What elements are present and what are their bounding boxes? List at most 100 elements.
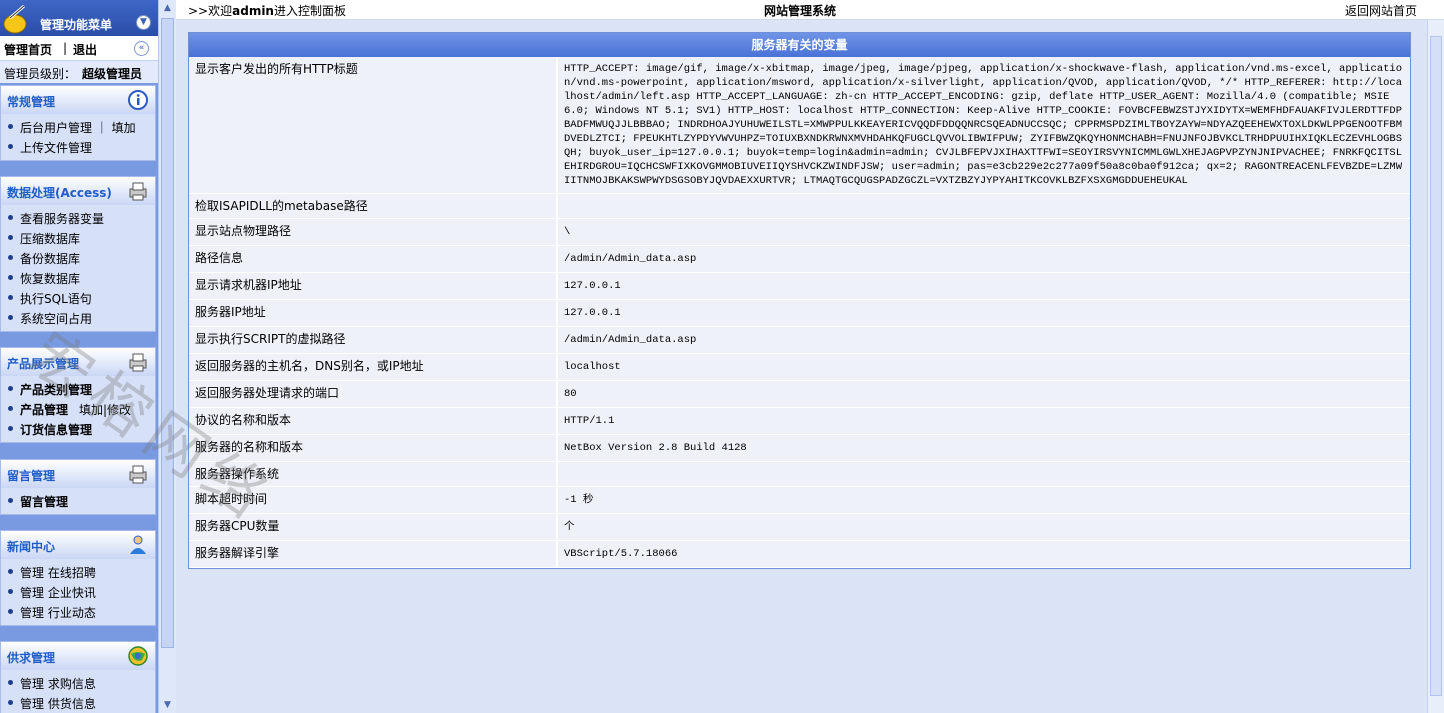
variable-value-cell: NetBox Version 2.8 Build 4128 [557,434,1410,462]
variable-name-cell: 服务器解译引擎 [189,540,558,568]
variable-value-cell: /admin/Admin_data.asp [557,326,1410,354]
variable-name-cell: 检取ISAPIDLL的metabase路径 [189,193,558,219]
home-bar-separator: | [63,41,68,55]
menu-item-backup-db[interactable]: 备份数据库 [1,247,155,267]
variable-name-cell: 服务器操作系统 [189,461,558,487]
variable-value-cell: localhost [557,353,1410,381]
scroll-up-icon[interactable]: ▲ [161,1,174,15]
variable-name-cell: 显示请求机器IP地址 [189,272,558,300]
menu-item-supply-info[interactable]: 管理 供货信息 [1,692,155,712]
variable-name-cell: 服务器的名称和版本 [189,434,558,462]
panel-header[interactable]: 新闻中心 [1,531,155,559]
bullet-icon [8,215,13,220]
variable-name-cell: 脚本超时时间 [189,486,558,514]
table-row: 检取ISAPIDLL的metabase路径 [189,193,1410,219]
menu-item-industry-news[interactable]: 管理 行业动态 [1,601,155,621]
panel-header[interactable]: 供求管理 [1,642,155,670]
table-title: 服务器有关的变量 [189,33,1410,57]
menu-item-server-vars[interactable]: 查看服务器变量 [1,207,155,227]
table-row: 服务器解译引擎 VBScript/5.7.18066 [189,540,1410,568]
admin-level-row: 管理员级别： 超级管理员 [0,61,158,83]
main-scroll-thumb[interactable] [1430,36,1442,696]
menu-item-orders[interactable]: 订货信息管理 [1,418,155,438]
menu-item-company-news[interactable]: 管理 企业快讯 [1,581,155,601]
variable-value-cell: 127.0.0.1 [557,272,1410,300]
printer-icon [129,182,147,201]
panel-general: 常规管理 后台用户管理 ｜ 填加 上传文件管理 [0,85,156,161]
left-scrollbar[interactable]: ▲ ▼ [158,0,176,713]
globe-icon [128,646,148,666]
variable-value-cell [557,461,1410,487]
table-row: 协议的名称和版本 HTTP/1.1 [189,407,1410,435]
table-body: 显示客户发出的所有HTTP标题 HTTP_ACCEPT: image/gif, i… [189,57,1410,568]
bullet-icon [8,144,13,149]
menu-item-jobs[interactable]: 管理 在线招聘 [1,561,155,581]
back-to-site-link[interactable]: 返回网站首页 [1345,2,1417,19]
hide-sidebar-icon[interactable]: « [134,41,149,56]
variable-value-cell: \ [557,218,1410,246]
panel-data-processing: 数据处理(Access) 查看服务器变量 压缩数据库 备份数据库 恢复数据库 执… [0,176,156,332]
table-row: 服务器操作系统 [189,461,1410,487]
home-bar: 管理首页 | 退出 « [0,36,158,61]
panel-header[interactable]: 数据处理(Access) [1,177,155,205]
table-row: 服务器IP地址 127.0.0.1 [189,299,1410,327]
bullet-icon [8,700,13,705]
admin-level-label: 管理员级别： [4,67,77,81]
bullet-icon [8,609,13,614]
collapse-menu-icon[interactable]: ▼ [136,15,151,30]
bullet-icon [8,406,13,411]
menu-item-restore-db[interactable]: 恢复数据库 [1,267,155,287]
panel-title: 产品展示管理 [7,357,80,371]
person-icon [130,535,146,554]
menu-item-compress-db[interactable]: 压缩数据库 [1,227,155,247]
variable-value-cell: VBScript/5.7.18066 [557,540,1410,568]
panel-header[interactable]: 产品展示管理 [1,348,155,376]
variable-value-cell: HTTP/1.1 [557,407,1410,435]
variable-name-cell: 服务器IP地址 [189,299,558,327]
home-link[interactable]: 管理首页 [4,41,52,58]
table-row: 显示请求机器IP地址 127.0.0.1 [189,272,1410,300]
panel-title: 新闻中心 [7,540,56,554]
variable-value-cell: HTTP_ACCEPT: image/gif, image/x-xbitmap,… [557,57,1410,194]
panel-title: 留言管理 [7,469,56,483]
panel-header[interactable]: 常规管理 [1,86,155,114]
scroll-down-icon[interactable]: ▼ [161,698,174,712]
variable-name-cell: 返回服务器处理请求的端口 [189,380,558,408]
panel-header[interactable]: 留言管理 [1,460,155,488]
variable-name-cell: 路径信息 [189,245,558,273]
variable-name-cell: 协议的名称和版本 [189,407,558,435]
main-scrollbar[interactable] [1427,20,1444,713]
left-menu: 管理功能菜单 ▼ 管理首页 | 退出 « 管理员级别： 超级管理员 常规管理 后… [0,0,158,713]
bullet-icon [8,498,13,503]
printer-icon [129,353,147,372]
menu-item-user-admin[interactable]: 后台用户管理 ｜ 填加 [1,116,155,136]
bullet-icon [8,426,13,431]
welcome-user: admin [232,4,274,18]
panel-news: 新闻中心 管理 在线招聘 管理 企业快讯 管理 行业动态 [0,530,156,626]
variable-value-cell: -1 秒 [557,486,1410,514]
menu-item-guestbook[interactable]: 留言管理 [1,490,155,510]
menu-item-upload-files[interactable]: 上传文件管理 [1,136,155,156]
menu-item-product-manage[interactable]: 产品管理 填加|修改 [1,398,155,418]
menu-item-disk-usage[interactable]: 系统空间占用 [1,307,155,327]
variable-name-cell: 显示站点物理路径 [189,218,558,246]
bullet-icon [8,315,13,320]
menu-title: 管理功能菜单 [40,18,113,32]
variable-value-cell: 80 [557,380,1410,408]
table-row: 服务器的名称和版本 NetBox Version 2.8 Build 4128 [189,434,1410,462]
product-add-edit-link[interactable]: 填加|修改 [79,401,131,418]
panel-title: 常规管理 [7,95,56,109]
panel-supply-demand: 供求管理 管理 求购信息 管理 供货信息 [0,641,156,713]
server-vars-table: 服务器有关的变量 显示客户发出的所有HTTP标题 HTTP_ACCEPT: ima… [188,32,1411,569]
variable-name-cell: 显示客户发出的所有HTTP标题 [189,57,558,194]
menu-item-buy-info[interactable]: 管理 求购信息 [1,672,155,692]
left-scroll-thumb[interactable] [161,18,174,648]
menu-item-product-categories[interactable]: 产品类别管理 [1,378,155,398]
logout-link[interactable]: 退出 [73,41,97,58]
variable-value-cell: 个 [557,513,1410,541]
main-frame: >>欢迎admin进入控制面板 网站管理系统 返回网站首页 服务器有关的变量 显… [176,0,1444,713]
panel-title: 数据处理(Access) [7,186,112,200]
menu-item-exec-sql[interactable]: 执行SQL语句 [1,287,155,307]
variable-value-cell: 127.0.0.1 [557,299,1410,327]
panel-guestbook: 留言管理 留言管理 [0,459,156,515]
